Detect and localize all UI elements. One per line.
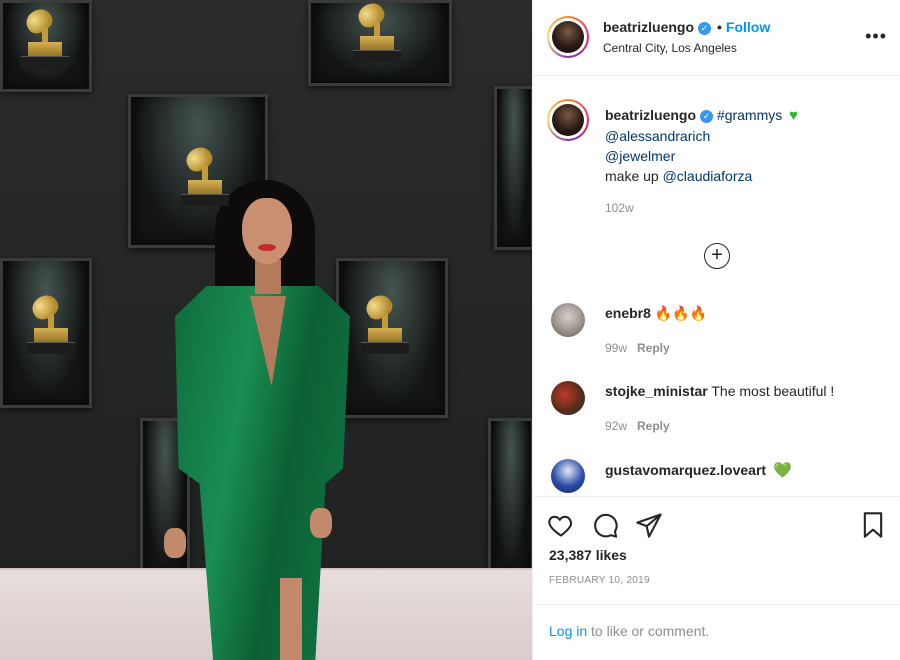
green-heart-icon: 💚 xyxy=(772,462,792,479)
comment-timestamp[interactable]: 92w xyxy=(605,419,627,433)
verified-badge-icon: ✓ xyxy=(700,110,714,123)
header-user-line: beatrizluengo ✓ • Follow xyxy=(603,19,770,35)
wall-niche xyxy=(488,418,532,578)
reply-button[interactable]: Reply xyxy=(637,419,670,433)
location-link[interactable]: Central City, Los Angeles xyxy=(603,41,737,55)
share-icon[interactable] xyxy=(635,511,663,539)
comment-text: 🔥🔥🔥 xyxy=(654,305,708,321)
comment-username[interactable]: enebr8 xyxy=(605,305,651,321)
save-bookmark-icon[interactable] xyxy=(859,511,887,539)
separator-dot: • xyxy=(717,19,722,35)
caption-username[interactable]: beatrizluengo xyxy=(605,107,696,123)
mention-link[interactable]: @jewelmer xyxy=(605,148,675,164)
caption-text: make up xyxy=(605,168,659,184)
comment-text: The most beautiful ! xyxy=(711,383,835,399)
like-heart-icon[interactable] xyxy=(547,511,575,539)
login-prompt: Log in to like or comment. xyxy=(533,604,900,660)
post-photo[interactable] xyxy=(0,0,532,660)
load-more-plus-icon[interactable]: + xyxy=(704,243,730,269)
post-date: FEBRUARY 10, 2019 xyxy=(549,575,650,586)
comment-meta: 99w Reply xyxy=(605,341,670,355)
mention-link[interactable]: @alessandrarich xyxy=(605,128,710,144)
post-side-panel: beatrizluengo ✓ • Follow Central City, Los … xyxy=(532,0,900,660)
profile-avatar[interactable] xyxy=(547,16,589,58)
username-link[interactable]: beatrizluengo xyxy=(603,19,694,35)
comment: gustavomarquez.loveart 💚 xyxy=(605,461,792,479)
post-caption: beatrizluengo ✓ #grammys ♥ @alessandraric… xyxy=(605,105,885,186)
login-link[interactable]: Log in xyxy=(549,623,587,639)
commenter-avatar[interactable] xyxy=(551,459,585,493)
more-options-icon[interactable]: ••• xyxy=(865,26,887,47)
comment: enebr8 🔥🔥🔥 xyxy=(605,305,707,322)
instagram-post: beatrizluengo ✓ • Follow Central City, Los … xyxy=(0,0,900,660)
post-actions: 23,387 likes FEBRUARY 10, 2019 xyxy=(533,496,900,604)
commenter-avatar[interactable] xyxy=(551,303,585,337)
wall-niche xyxy=(494,86,532,250)
comment-username[interactable]: stojke_ministar xyxy=(605,383,708,399)
caption-timestamp[interactable]: 102w xyxy=(605,201,634,215)
comment-meta: 92w Reply xyxy=(605,419,670,433)
mention-link[interactable]: @claudiaforza xyxy=(663,168,753,184)
commenter-avatar[interactable] xyxy=(551,381,585,415)
comments-section[interactable]: beatrizluengo ✓ #grammys ♥ @alessandraric… xyxy=(533,77,900,495)
post-header: beatrizluengo ✓ • Follow Central City, Los … xyxy=(533,0,900,76)
green-heart-icon: ♥ xyxy=(789,107,799,124)
comment-timestamp[interactable]: 99w xyxy=(605,341,627,355)
login-prompt-text: to like or comment. xyxy=(587,623,710,639)
follow-button[interactable]: Follow xyxy=(726,19,770,35)
likes-count[interactable]: 23,387 likes xyxy=(549,547,627,563)
verified-badge-icon: ✓ xyxy=(698,22,712,35)
hashtag-link[interactable]: #grammys xyxy=(717,107,782,123)
woman-in-green-dress xyxy=(160,178,360,660)
comment-username[interactable]: gustavomarquez.loveart xyxy=(605,462,766,478)
comment-icon[interactable] xyxy=(591,511,619,539)
reply-button[interactable]: Reply xyxy=(637,341,670,355)
comment: stojke_ministar The most beautiful ! xyxy=(605,383,834,399)
caption-avatar[interactable] xyxy=(547,99,589,141)
